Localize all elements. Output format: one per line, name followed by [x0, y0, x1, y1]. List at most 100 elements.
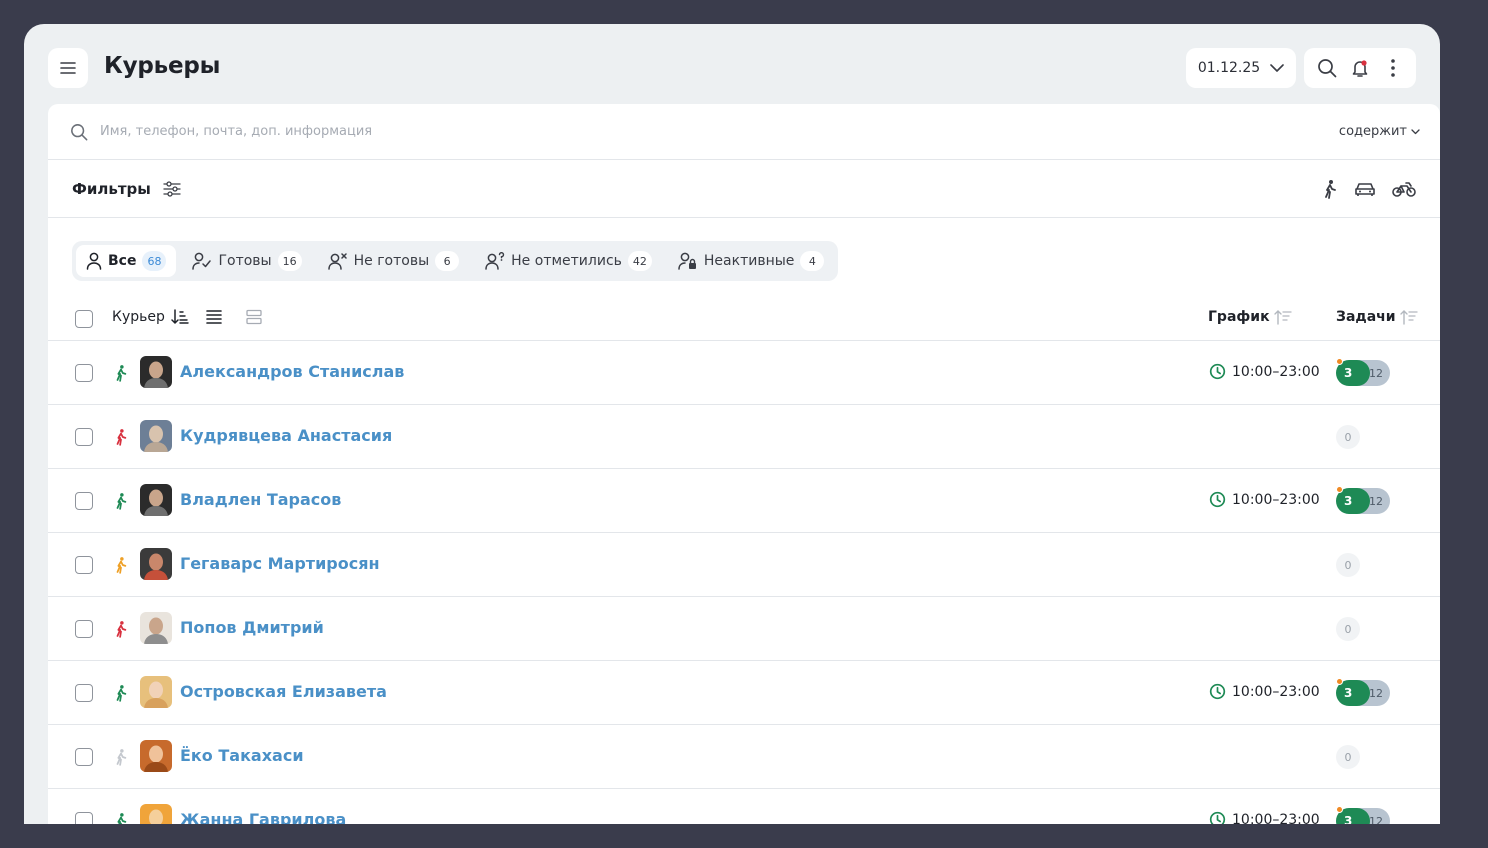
avatar — [140, 676, 172, 708]
search-mode-select[interactable]: содержит — [1339, 124, 1420, 139]
row-checkbox[interactable] — [75, 812, 93, 824]
filters-label: Фильтры — [72, 179, 151, 198]
column-tasks-label: Задачи — [1336, 309, 1396, 325]
filters-button[interactable] — [163, 180, 181, 197]
tasks-badge[interactable]: 3 12 — [1336, 486, 1390, 514]
walk-status-icon — [116, 557, 127, 574]
tasks-badge[interactable]: 3 12 — [1336, 678, 1390, 706]
car-filter-button[interactable] — [1354, 180, 1376, 198]
clock-icon — [1209, 363, 1226, 380]
tasks-empty-badge: 0 — [1336, 553, 1360, 577]
avatar — [140, 356, 172, 388]
column-tasks[interactable]: Задачи — [1336, 309, 1418, 325]
search-input[interactable] — [100, 124, 1339, 139]
search-icon — [71, 123, 88, 140]
user-icon — [86, 252, 102, 270]
schedule-cell: 10:00–23:00 — [1209, 363, 1320, 380]
tab-not-checked-in[interactable]: Не отметились 42 — [475, 245, 662, 277]
avatar-image — [140, 740, 172, 772]
clock-icon — [1209, 683, 1226, 700]
tasks-empty-badge: 0 — [1336, 425, 1360, 449]
schedule-time: 10:00–23:00 — [1232, 683, 1320, 700]
courier-name-link[interactable]: Ёко Такахаси — [180, 746, 304, 765]
tab-ready[interactable]: Готовы 16 — [182, 245, 311, 277]
avatar-image — [140, 484, 172, 516]
tab-label: Не отметились — [511, 253, 622, 269]
select-all-checkbox[interactable] — [75, 310, 93, 328]
walk-icon — [1325, 179, 1336, 199]
list-compact-icon — [206, 310, 222, 324]
courier-name-link[interactable]: Кудрявцева Анастасия — [180, 426, 392, 445]
table-row[interactable]: Попов Дмитрий 0 — [48, 597, 1440, 661]
row-checkbox[interactable] — [75, 556, 93, 574]
tab-label: Готовы — [218, 253, 272, 269]
row-checkbox[interactable] — [75, 428, 93, 446]
view-expanded-button[interactable] — [246, 309, 262, 325]
walk-status-icon — [116, 685, 127, 702]
schedule-cell: 10:00–23:00 — [1209, 491, 1320, 508]
avatar — [140, 548, 172, 580]
schedule-cell: 10:00–23:00 — [1209, 811, 1320, 824]
notifications-button[interactable] — [1347, 55, 1373, 81]
tab-count: 42 — [627, 251, 652, 271]
status-tabs: Все 68 Готовы 16 Не готовы 6 Не отметили… — [72, 241, 839, 281]
courier-status-indicator — [114, 747, 130, 767]
row-checkbox[interactable] — [75, 684, 93, 702]
tasks-done-value: 3 — [1344, 366, 1353, 380]
table-row[interactable]: Ёко Такахаси 0 — [48, 725, 1440, 789]
filters-bar: Фильтры — [48, 160, 1440, 218]
date-selector[interactable]: 01.12.25 — [1186, 48, 1296, 88]
walk-filter-button[interactable] — [1322, 179, 1338, 199]
avatar-image — [140, 420, 172, 452]
row-checkbox[interactable] — [75, 748, 93, 766]
page-title: Курьеры — [104, 53, 221, 79]
courier-name-link[interactable]: Жанна Гаврилова — [180, 810, 346, 824]
user-question-icon — [485, 252, 505, 270]
bike-filter-button[interactable] — [1392, 180, 1416, 198]
column-schedule[interactable]: График — [1208, 309, 1292, 325]
row-checkbox[interactable] — [75, 492, 93, 510]
more-button[interactable] — [1380, 55, 1406, 81]
walk-status-icon — [116, 621, 127, 638]
tab-count: 6 — [435, 251, 460, 271]
tab-all[interactable]: Все 68 — [76, 245, 177, 277]
list-expanded-icon — [246, 309, 262, 325]
schedule-time: 10:00–23:00 — [1232, 491, 1320, 508]
tasks-done-count: 3 — [1336, 678, 1370, 706]
column-courier[interactable]: Курьер — [112, 309, 189, 325]
tasks-badge[interactable]: 3 12 — [1336, 806, 1390, 824]
menu-button[interactable] — [48, 48, 88, 88]
courier-name-link[interactable]: Гегаварс Мартиросян — [180, 554, 380, 573]
table-row[interactable]: Гегаварс Мартиросян 0 — [48, 533, 1440, 597]
clock-icon — [1209, 811, 1226, 824]
avatar — [140, 804, 172, 824]
transport-filter — [1322, 179, 1416, 199]
schedule-time: 10:00–23:00 — [1232, 363, 1320, 380]
courier-status-indicator — [114, 683, 130, 703]
row-checkbox[interactable] — [75, 620, 93, 638]
row-checkbox[interactable] — [75, 364, 93, 382]
table-row[interactable]: Владлен Тарасов 10:00–23:00 3 12 — [48, 469, 1440, 533]
table-row[interactable]: Островская Елизавета 10:00–23:00 3 12 — [48, 661, 1440, 725]
walk-status-icon — [116, 493, 127, 510]
tab-not-ready[interactable]: Не готовы 6 — [318, 245, 470, 277]
search-button[interactable] — [1314, 55, 1340, 81]
page-header: Курьеры 01.12.25 — [48, 48, 1416, 88]
tab-inactive[interactable]: Неактивные 4 — [668, 245, 835, 277]
view-compact-button[interactable] — [206, 309, 222, 325]
table-row[interactable]: Александров Станислав 10:00–23:00 3 12 — [48, 341, 1440, 405]
avatar-image — [140, 676, 172, 708]
table-row[interactable]: Кудрявцева Анастасия 0 — [48, 405, 1440, 469]
clock-icon — [1209, 491, 1226, 508]
avatar — [140, 740, 172, 772]
sort-icon — [1399, 310, 1418, 325]
table-header: Курьер График Задачи — [48, 297, 1440, 341]
courier-name-link[interactable]: Александров Станислав — [180, 362, 404, 381]
column-schedule-label: График — [1208, 309, 1270, 325]
table-row[interactable]: Жанна Гаврилова 10:00–23:00 3 12 — [48, 789, 1440, 824]
courier-name-link[interactable]: Попов Дмитрий — [180, 618, 324, 637]
search-icon — [1317, 59, 1337, 78]
tasks-badge[interactable]: 3 12 — [1336, 358, 1390, 386]
courier-name-link[interactable]: Островская Елизавета — [180, 682, 387, 701]
courier-name-link[interactable]: Владлен Тарасов — [180, 490, 341, 509]
